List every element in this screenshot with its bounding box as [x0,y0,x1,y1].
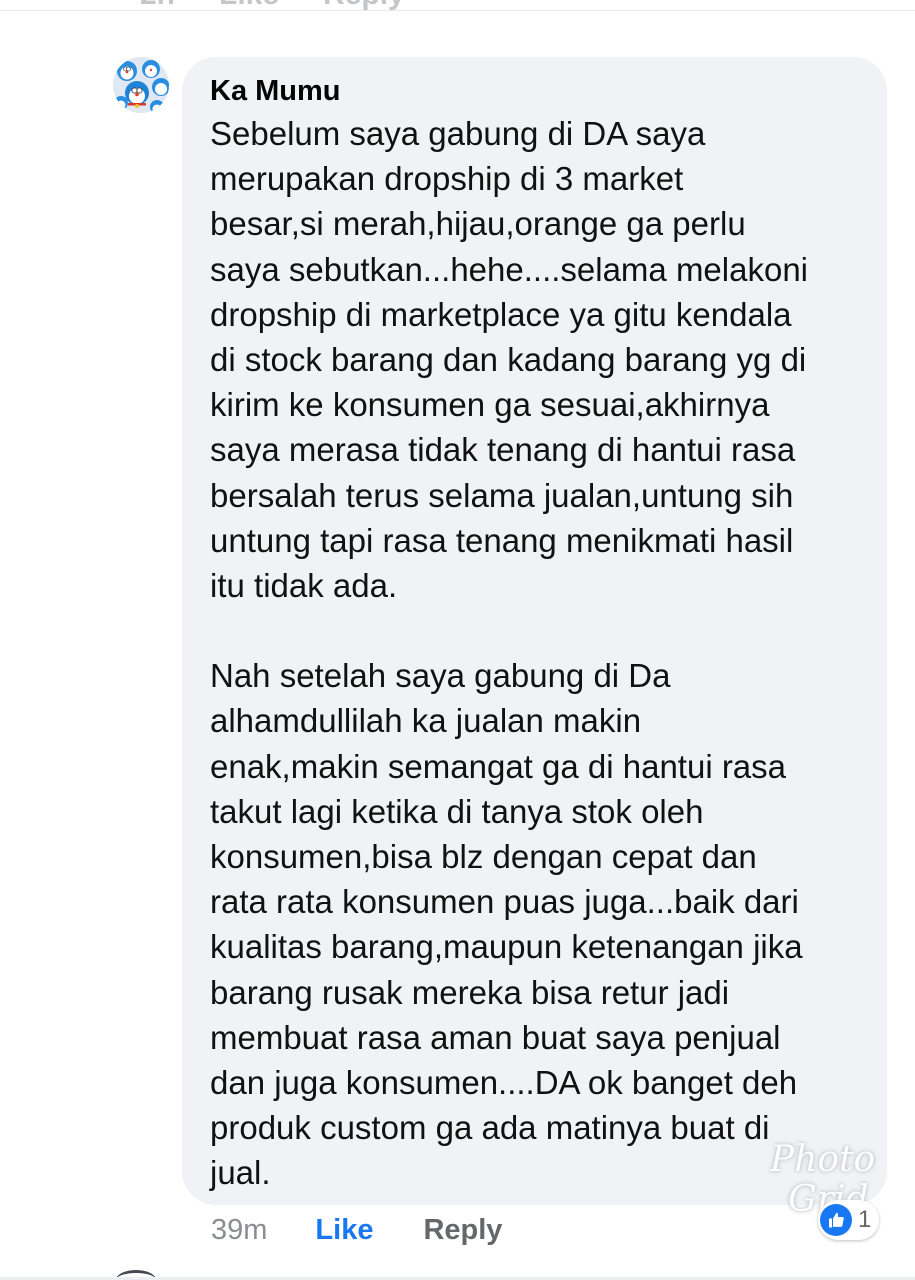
previous-like-link[interactable]: Like [219,0,279,18]
divider [0,10,915,11]
thumbs-up-icon [820,1204,852,1236]
reaction-count: 1 [858,1206,872,1233]
comment-thread: 2h Like Reply [0,0,915,1280]
comment-timestamp[interactable]: 39m [211,1214,267,1247]
comment-paragraph-1: Sebelum saya gabung di DA saya merupakan… [210,115,809,605]
comment-author[interactable]: Ka Mumu [210,73,867,109]
watermark-line-1: Photo [770,1139,876,1180]
reply-button[interactable]: Reply [423,1214,502,1247]
like-button[interactable]: Like [315,1214,373,1247]
previous-comment-time: 2h [140,0,175,18]
doraemon-avatar-icon[interactable] [113,57,169,113]
reaction-summary[interactable]: 1 [818,1200,880,1240]
previous-reply-link[interactable]: Reply [323,0,405,18]
comment-actions: 39m Like Reply [211,1208,502,1252]
comment-paragraph-2: Nah setelah saya gabung di Da alhamdulli… [210,657,803,1192]
comment-bubble: Ka Mumu Sebelum saya gabung di DA saya m… [182,57,887,1205]
previous-comment-actions: 2h Like Reply [140,0,405,18]
